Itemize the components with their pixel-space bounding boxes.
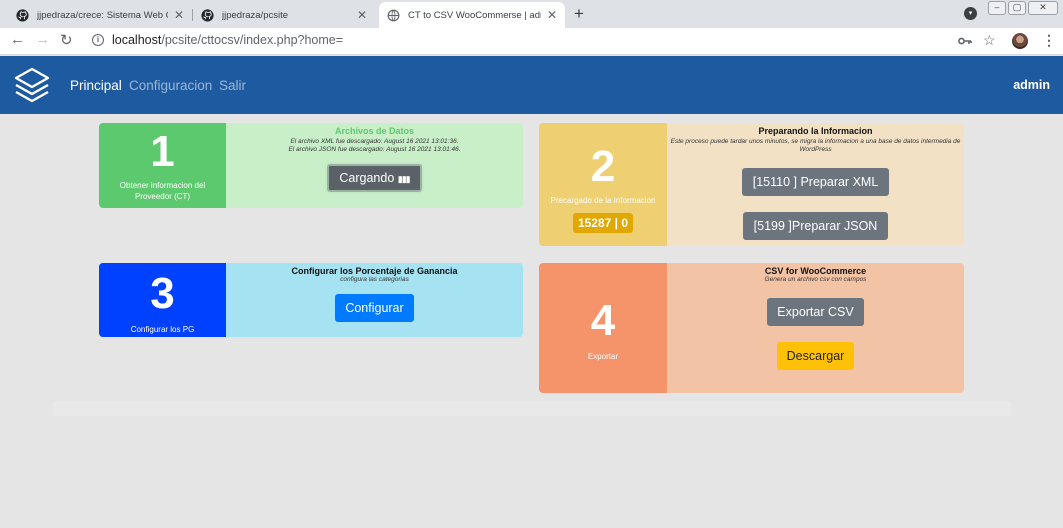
card-description: configura las categorias <box>340 276 409 283</box>
browser-tab-2[interactable]: jjpedraza/pcsite ✕ <box>193 2 375 28</box>
preparar-xml-button[interactable]: [15110 ] Preparar XML <box>741 168 890 196</box>
cargando-label: Cargando <box>339 171 395 185</box>
card-title: Archivos de Datos <box>334 126 415 136</box>
card-4-side: 4 Exportar <box>539 263 667 393</box>
cargando-button[interactable]: Cargando ▮▮▮ <box>327 164 422 192</box>
layers-logo-icon[interactable] <box>12 65 52 105</box>
descargar-button[interactable]: Descargar <box>776 342 855 370</box>
close-icon[interactable]: ✕ <box>174 8 184 22</box>
xml-download-status: El archivo XML fue descargado: August 16… <box>290 138 459 145</box>
step-caption: Exportar <box>587 351 619 361</box>
card-3-side: 3 Configurar los PG <box>99 263 226 337</box>
close-window-button[interactable]: ✕ <box>1028 1 1058 15</box>
back-arrow-icon[interactable]: ← <box>10 31 25 48</box>
address-bar[interactable]: localhost/pcsite/cttocsv/index.php?home= <box>112 33 343 47</box>
tab-search-icon[interactable]: ▾ <box>964 7 977 20</box>
json-download-status: El archivo JSON fue descargado: August 1… <box>288 146 461 153</box>
close-icon[interactable]: ✕ <box>357 8 367 22</box>
browser-tab-title: CT to CSV WooCommerse | admin | <box>408 9 541 21</box>
maximize-button[interactable]: ▢ <box>1008 1 1026 15</box>
minimize-button[interactable]: – <box>988 1 1006 15</box>
card-3-body: Configurar los Porcentaje de Ganancia co… <box>226 263 523 337</box>
configurar-button[interactable]: Configurar <box>335 294 414 322</box>
card-exportar-csv: 4 Exportar CSV for WooCommerce Genera un… <box>539 263 964 393</box>
step-number: 4 <box>590 295 616 345</box>
app-navbar: Principal Configuracion Salir admin <box>0 56 1063 114</box>
card-4-body: CSV for WooCommerce Genera un archivo cs… <box>667 263 964 393</box>
card-title: Preparando la Informacion <box>758 126 873 136</box>
profile-avatar[interactable] <box>1012 33 1028 49</box>
info-icon[interactable]: i <box>92 34 104 46</box>
reload-icon[interactable]: ↻ <box>60 31 73 49</box>
card-2-side: 2 Precargado de la Informacion 15287 | 0 <box>539 123 667 246</box>
key-icon[interactable] <box>958 36 972 46</box>
card-1-body: Archivos de Datos El archivo XML fue des… <box>226 123 523 208</box>
loading-dots-icon: ▮▮▮ <box>397 174 411 184</box>
url-path: /pcsite/cttocsv/index.php?home= <box>161 33 344 47</box>
github-icon <box>201 8 214 22</box>
exportar-csv-button[interactable]: Exportar CSV <box>767 298 864 326</box>
url-host: localhost <box>112 33 162 47</box>
nav-configuracion[interactable]: Configuracion <box>129 78 212 93</box>
card-description: Este proceso puede tardar unos minutos, … <box>670 138 961 153</box>
card-preparando-informacion: 2 Precargado de la Informacion 15287 | 0… <box>539 123 964 246</box>
browser-tab-1[interactable]: jjpedraza/crece: Sistema Web Crece ✕ <box>8 2 192 28</box>
step-caption: Obtener informacion del Proveedor (CT) <box>119 180 206 201</box>
footer-bar <box>53 401 1011 416</box>
preparar-json-button[interactable]: [5199 ]Preparar JSON <box>742 212 889 240</box>
card-configurar-pg: 3 Configurar los PG Configurar los Porce… <box>99 263 523 337</box>
step-caption: Precargado de la Informacion <box>550 195 656 205</box>
records-counter-badge: 15287 | 0 <box>572 212 634 233</box>
browser-tabstrip: jjpedraza/crece: Sistema Web Crece ✕ jjp… <box>0 0 1063 28</box>
step-number: 2 <box>590 141 616 191</box>
close-icon[interactable]: ✕ <box>547 8 557 22</box>
new-tab-button[interactable]: + <box>574 4 584 24</box>
card-2-body: Preparando la Informacion Este proceso p… <box>667 123 964 246</box>
globe-icon <box>387 9 400 21</box>
nav-principal[interactable]: Principal <box>70 78 122 93</box>
bookmark-star-icon[interactable]: ☆ <box>983 32 996 49</box>
github-icon <box>16 8 29 22</box>
card-title: Configurar los Porcentaje de Ganancia <box>291 266 458 276</box>
card-title: CSV for WooCommerce <box>764 266 867 276</box>
browser-tab-title: jjpedraza/pcsite <box>222 9 289 21</box>
nav-salir[interactable]: Salir <box>219 78 246 93</box>
user-name[interactable]: admin <box>1013 78 1050 92</box>
forward-arrow-icon[interactable]: → <box>35 31 50 48</box>
step-number: 3 <box>150 268 175 318</box>
browser-toolbar: ← → ↻ i localhost/pcsite/cttocsv/index.p… <box>0 28 1063 55</box>
browser-tab-3[interactable]: CT to CSV WooCommerse | admin | ✕ <box>379 2 565 28</box>
card-obtener-informacion: 1 Obtener informacion del Proveedor (CT)… <box>99 123 523 208</box>
card-description: Genera un archivo csv con campos <box>764 276 867 283</box>
step-caption: Configurar los PG <box>130 324 195 334</box>
browser-tab-title: jjpedraza/crece: Sistema Web Crece <box>37 9 168 21</box>
step-number: 1 <box>150 126 175 176</box>
menu-icon[interactable]: ⋮ <box>1042 32 1056 49</box>
card-1-side: 1 Obtener informacion del Proveedor (CT) <box>99 123 226 208</box>
